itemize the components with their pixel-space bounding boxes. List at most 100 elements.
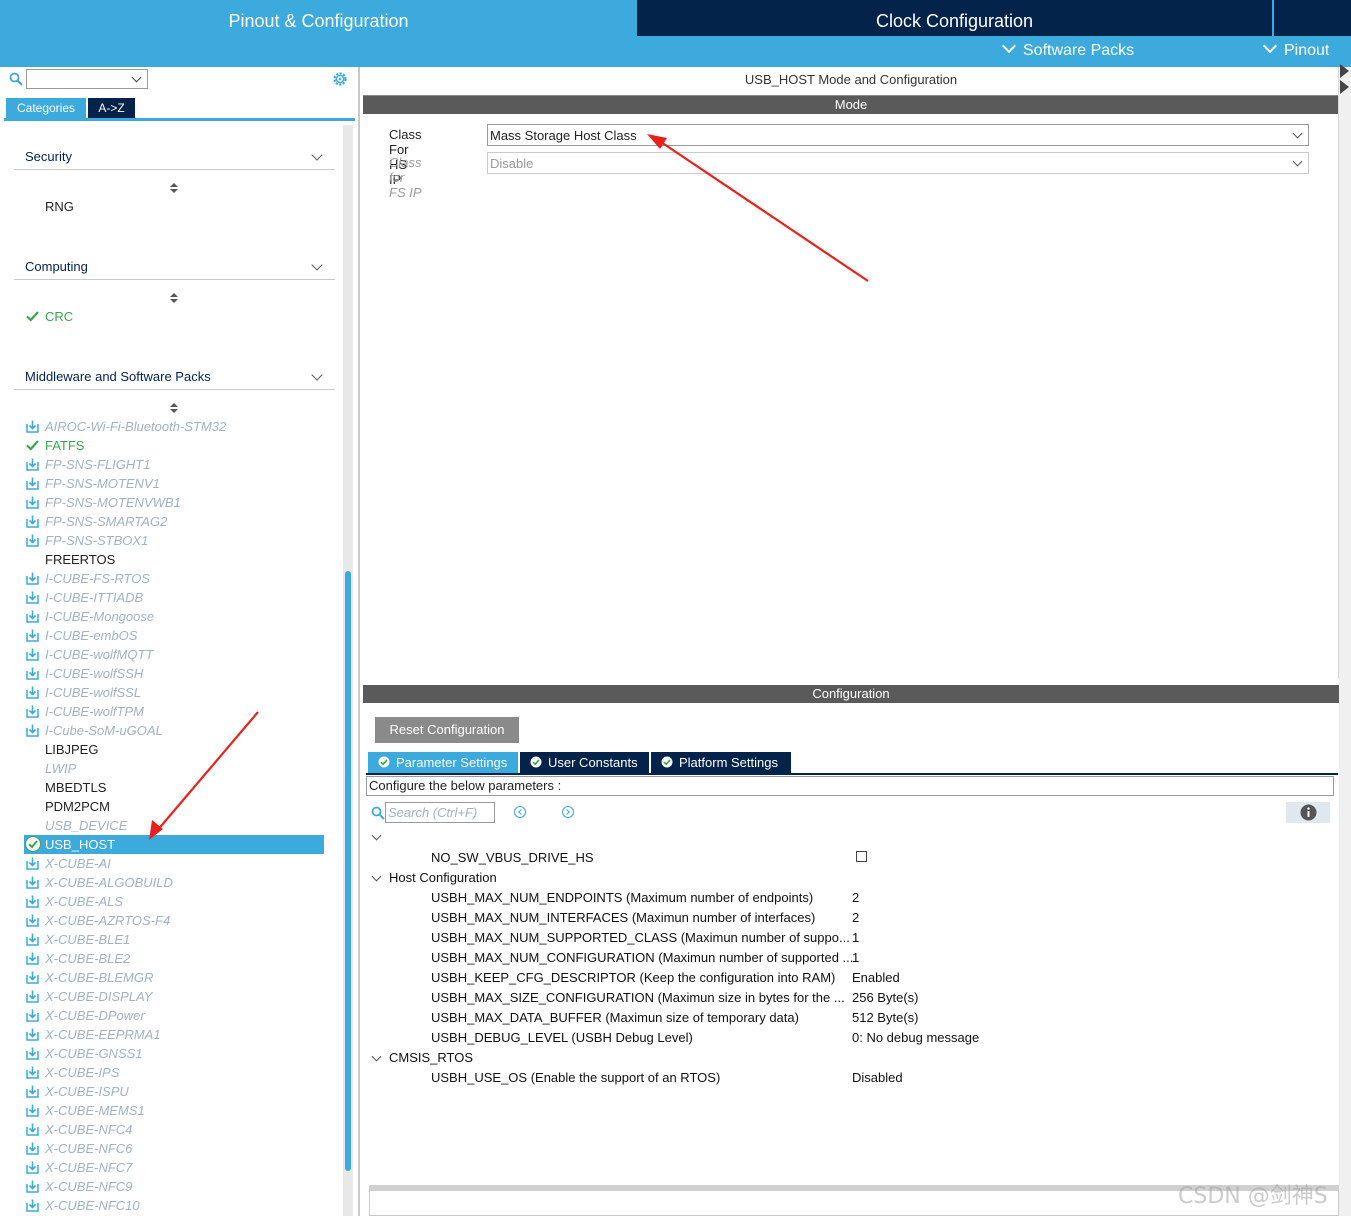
list-item-fp-sns-stbox1[interactable]: FP-SNS-STBOX1 — [24, 531, 324, 550]
param-name[interactable]: USBH_MAX_SIZE_CONFIGURATION (Maximun siz… — [431, 990, 845, 1005]
search-icon[interactable] — [371, 806, 385, 820]
class-hs-select[interactable]: Mass Storage Host Class — [487, 124, 1309, 146]
group-label[interactable]: CMSIS_RTOS — [389, 1050, 473, 1065]
param-value[interactable]: Disabled — [852, 1070, 903, 1085]
list-item-i-cube-fs-rtos[interactable]: I-CUBE-FS-RTOS — [24, 569, 324, 588]
left-scrollbar-thumb[interactable] — [345, 571, 351, 1171]
param-value[interactable]: Enabled — [852, 970, 900, 985]
list-item-i-cube-som-ugoal[interactable]: I-Cube-SoM-uGOAL — [24, 721, 324, 740]
param-name[interactable]: USBH_MAX_NUM_CONFIGURATION (Maximun numb… — [431, 950, 853, 965]
list-item-x-cube-ispu[interactable]: X-CUBE-ISPU — [24, 1082, 324, 1101]
list-item-x-cube-nfc6[interactable]: X-CUBE-NFC6 — [24, 1139, 324, 1158]
group-label[interactable]: Host Configuration — [389, 870, 497, 885]
tab-a-to-z[interactable]: A->Z — [88, 98, 135, 118]
tab-pinout-configuration[interactable]: Pinout & Configuration — [0, 0, 637, 36]
list-item-i-cube-wolftpm[interactable]: I-CUBE-wolfTPM — [24, 702, 324, 721]
param-name[interactable]: USBH_MAX_NUM_SUPPORTED_CLASS (Maximun nu… — [431, 930, 850, 945]
section-computing[interactable]: Computing — [14, 257, 335, 280]
reset-configuration-button[interactable]: Reset Configuration — [375, 717, 519, 743]
list-item-x-cube-ai[interactable]: X-CUBE-AI — [24, 854, 324, 873]
list-item-mbedtls[interactable]: MBEDTLS — [24, 778, 324, 797]
list-item-x-cube-eeprma1[interactable]: X-CUBE-EEPRMA1 — [24, 1025, 324, 1044]
list-item-fatfs[interactable]: FATFS — [24, 436, 324, 455]
list-item-i-cube-wolfssh[interactable]: I-CUBE-wolfSSH — [24, 664, 324, 683]
tab-platform-settings[interactable]: Platform Settings — [651, 752, 791, 773]
tab-clock-configuration[interactable]: Clock Configuration — [637, 0, 1272, 36]
param-value[interactable]: 1 — [852, 930, 859, 945]
no-sw-vbus-drive-hs-checkbox[interactable] — [856, 851, 867, 862]
category-filter-select[interactable] — [26, 69, 148, 89]
chevron-down-icon[interactable] — [371, 1051, 382, 1062]
param-name[interactable]: USBH_KEEP_CFG_DESCRIPTOR (Keep the confi… — [431, 970, 835, 985]
list-item-x-cube-nfc10[interactable]: X-CUBE-NFC10 — [24, 1196, 324, 1215]
list-item-x-cube-nfc4[interactable]: X-CUBE-NFC4 — [24, 1120, 324, 1139]
class-fs-select[interactable]: Disable — [487, 152, 1309, 174]
param-value[interactable]: 0: No debug message — [852, 1030, 979, 1045]
software-packs-menu[interactable]: Software Packs — [1001, 38, 1134, 64]
list-item-x-cube-display[interactable]: X-CUBE-DISPLAY — [24, 987, 324, 1006]
right-edge-scrollbar[interactable] — [1339, 67, 1351, 1216]
list-item-x-cube-azrtos-f4[interactable]: X-CUBE-AZRTOS-F4 — [24, 911, 324, 930]
list-item-fp-sns-flight1[interactable]: FP-SNS-FLIGHT1 — [24, 455, 324, 474]
param-value[interactable]: 2 — [852, 890, 859, 905]
sort-icon[interactable] — [169, 403, 179, 415]
list-item-usb-host[interactable]: USB_HOST — [24, 835, 324, 854]
gear-icon[interactable] — [331, 70, 349, 88]
list-item-x-cube-ips[interactable]: X-CUBE-IPS — [24, 1063, 324, 1082]
list-item-airoc-wi-fi-bluetooth-stm32[interactable]: AIROC-Wi-Fi-Bluetooth-STM32 — [24, 417, 324, 436]
list-item-libjpeg[interactable]: LIBJPEG — [24, 740, 324, 759]
param-name[interactable]: USBH_MAX_NUM_INTERFACES (Maximun number … — [431, 910, 815, 925]
list-item-x-cube-nfc7[interactable]: X-CUBE-NFC7 — [24, 1158, 324, 1177]
pinout-menu[interactable]: Pinout — [1262, 38, 1329, 64]
list-item-fp-sns-motenvwb1[interactable]: FP-SNS-MOTENVWB1 — [24, 493, 324, 512]
list-item-x-cube-blemgr[interactable]: X-CUBE-BLEMGR — [24, 968, 324, 987]
list-item-x-cube-nfc9[interactable]: X-CUBE-NFC9 — [24, 1177, 324, 1196]
sort-icon[interactable] — [169, 293, 179, 305]
chevron-down-icon[interactable] — [371, 830, 382, 841]
section-middleware[interactable]: Middleware and Software Packs — [14, 367, 335, 390]
list-item-x-cube-gnss1[interactable]: X-CUBE-GNSS1 — [24, 1044, 324, 1063]
section-security[interactable]: Security — [14, 147, 335, 170]
list-item-rng[interactable]: RNG — [24, 197, 324, 216]
chevron-down-icon[interactable] — [371, 871, 382, 882]
list-item-i-cube-ittiadb[interactable]: I-CUBE-ITTIADB — [24, 588, 324, 607]
list-item-x-cube-dpower[interactable]: X-CUBE-DPower — [24, 1006, 324, 1025]
list-item-freertos[interactable]: FREERTOS — [24, 550, 324, 569]
list-item-i-cube-wolfssl[interactable]: I-CUBE-wolfSSL — [24, 683, 324, 702]
param-name[interactable]: USBH_USE_OS (Enable the support of an RT… — [431, 1070, 720, 1085]
list-item-i-cube-mongoose[interactable]: I-CUBE-Mongoose — [24, 607, 324, 626]
sort-icon[interactable] — [169, 183, 179, 195]
param-value[interactable]: 1 — [852, 950, 859, 965]
param-value[interactable]: 256 Byte(s) — [852, 990, 918, 1005]
previous-match-icon[interactable] — [514, 806, 526, 818]
list-item-fp-sns-motenv1[interactable]: FP-SNS-MOTENV1 — [24, 474, 324, 493]
list-item-pdm2pcm[interactable]: PDM2PCM — [24, 797, 324, 816]
list-item-usb-device[interactable]: USB_DEVICE — [24, 816, 324, 835]
param-name[interactable]: USBH_MAX_DATA_BUFFER (Maximun size of te… — [431, 1010, 799, 1025]
list-item-x-cube-mems1[interactable]: X-CUBE-MEMS1 — [24, 1101, 324, 1120]
list-item-x-cube-algobuild[interactable]: X-CUBE-ALGOBUILD — [24, 873, 324, 892]
tab-categories[interactable]: Categories — [6, 98, 86, 118]
list-item-i-cube-wolfmqtt[interactable]: I-CUBE-wolfMQTT — [24, 645, 324, 664]
list-item-fp-sns-smartag2[interactable]: FP-SNS-SMARTAG2 — [24, 512, 324, 531]
expand-arrow-icon[interactable] — [1340, 64, 1349, 78]
list-item-x-cube-ble2[interactable]: X-CUBE-BLE2 — [24, 949, 324, 968]
param-name[interactable]: USBH_DEBUG_LEVEL (USBH Debug Level) — [431, 1030, 693, 1045]
class-fs-value: Disable — [490, 156, 534, 171]
param-value[interactable]: 512 Byte(s) — [852, 1010, 918, 1025]
search-icon[interactable] — [9, 72, 23, 86]
list-item-x-cube-ble1[interactable]: X-CUBE-BLE1 — [24, 930, 324, 949]
tab-more[interactable] — [1274, 0, 1351, 36]
param-name[interactable]: USBH_MAX_NUM_ENDPOINTS (Maximum number o… — [431, 890, 813, 905]
expand-arrow-icon[interactable] — [1340, 80, 1349, 94]
list-item-crc[interactable]: CRC — [24, 307, 324, 326]
tab-parameter-settings[interactable]: Parameter Settings — [368, 752, 518, 773]
param-value[interactable]: 2 — [852, 910, 859, 925]
list-item-i-cube-embos[interactable]: I-CUBE-embOS — [24, 626, 324, 645]
list-item-lwip[interactable]: LWIP — [24, 759, 324, 778]
list-item-x-cube-als[interactable]: X-CUBE-ALS — [24, 892, 324, 911]
tab-user-constants[interactable]: User Constants — [520, 752, 649, 773]
info-button[interactable] — [1286, 802, 1330, 823]
next-match-icon[interactable] — [562, 806, 574, 818]
parameter-search-input[interactable]: Search (Ctrl+F) — [385, 802, 495, 823]
